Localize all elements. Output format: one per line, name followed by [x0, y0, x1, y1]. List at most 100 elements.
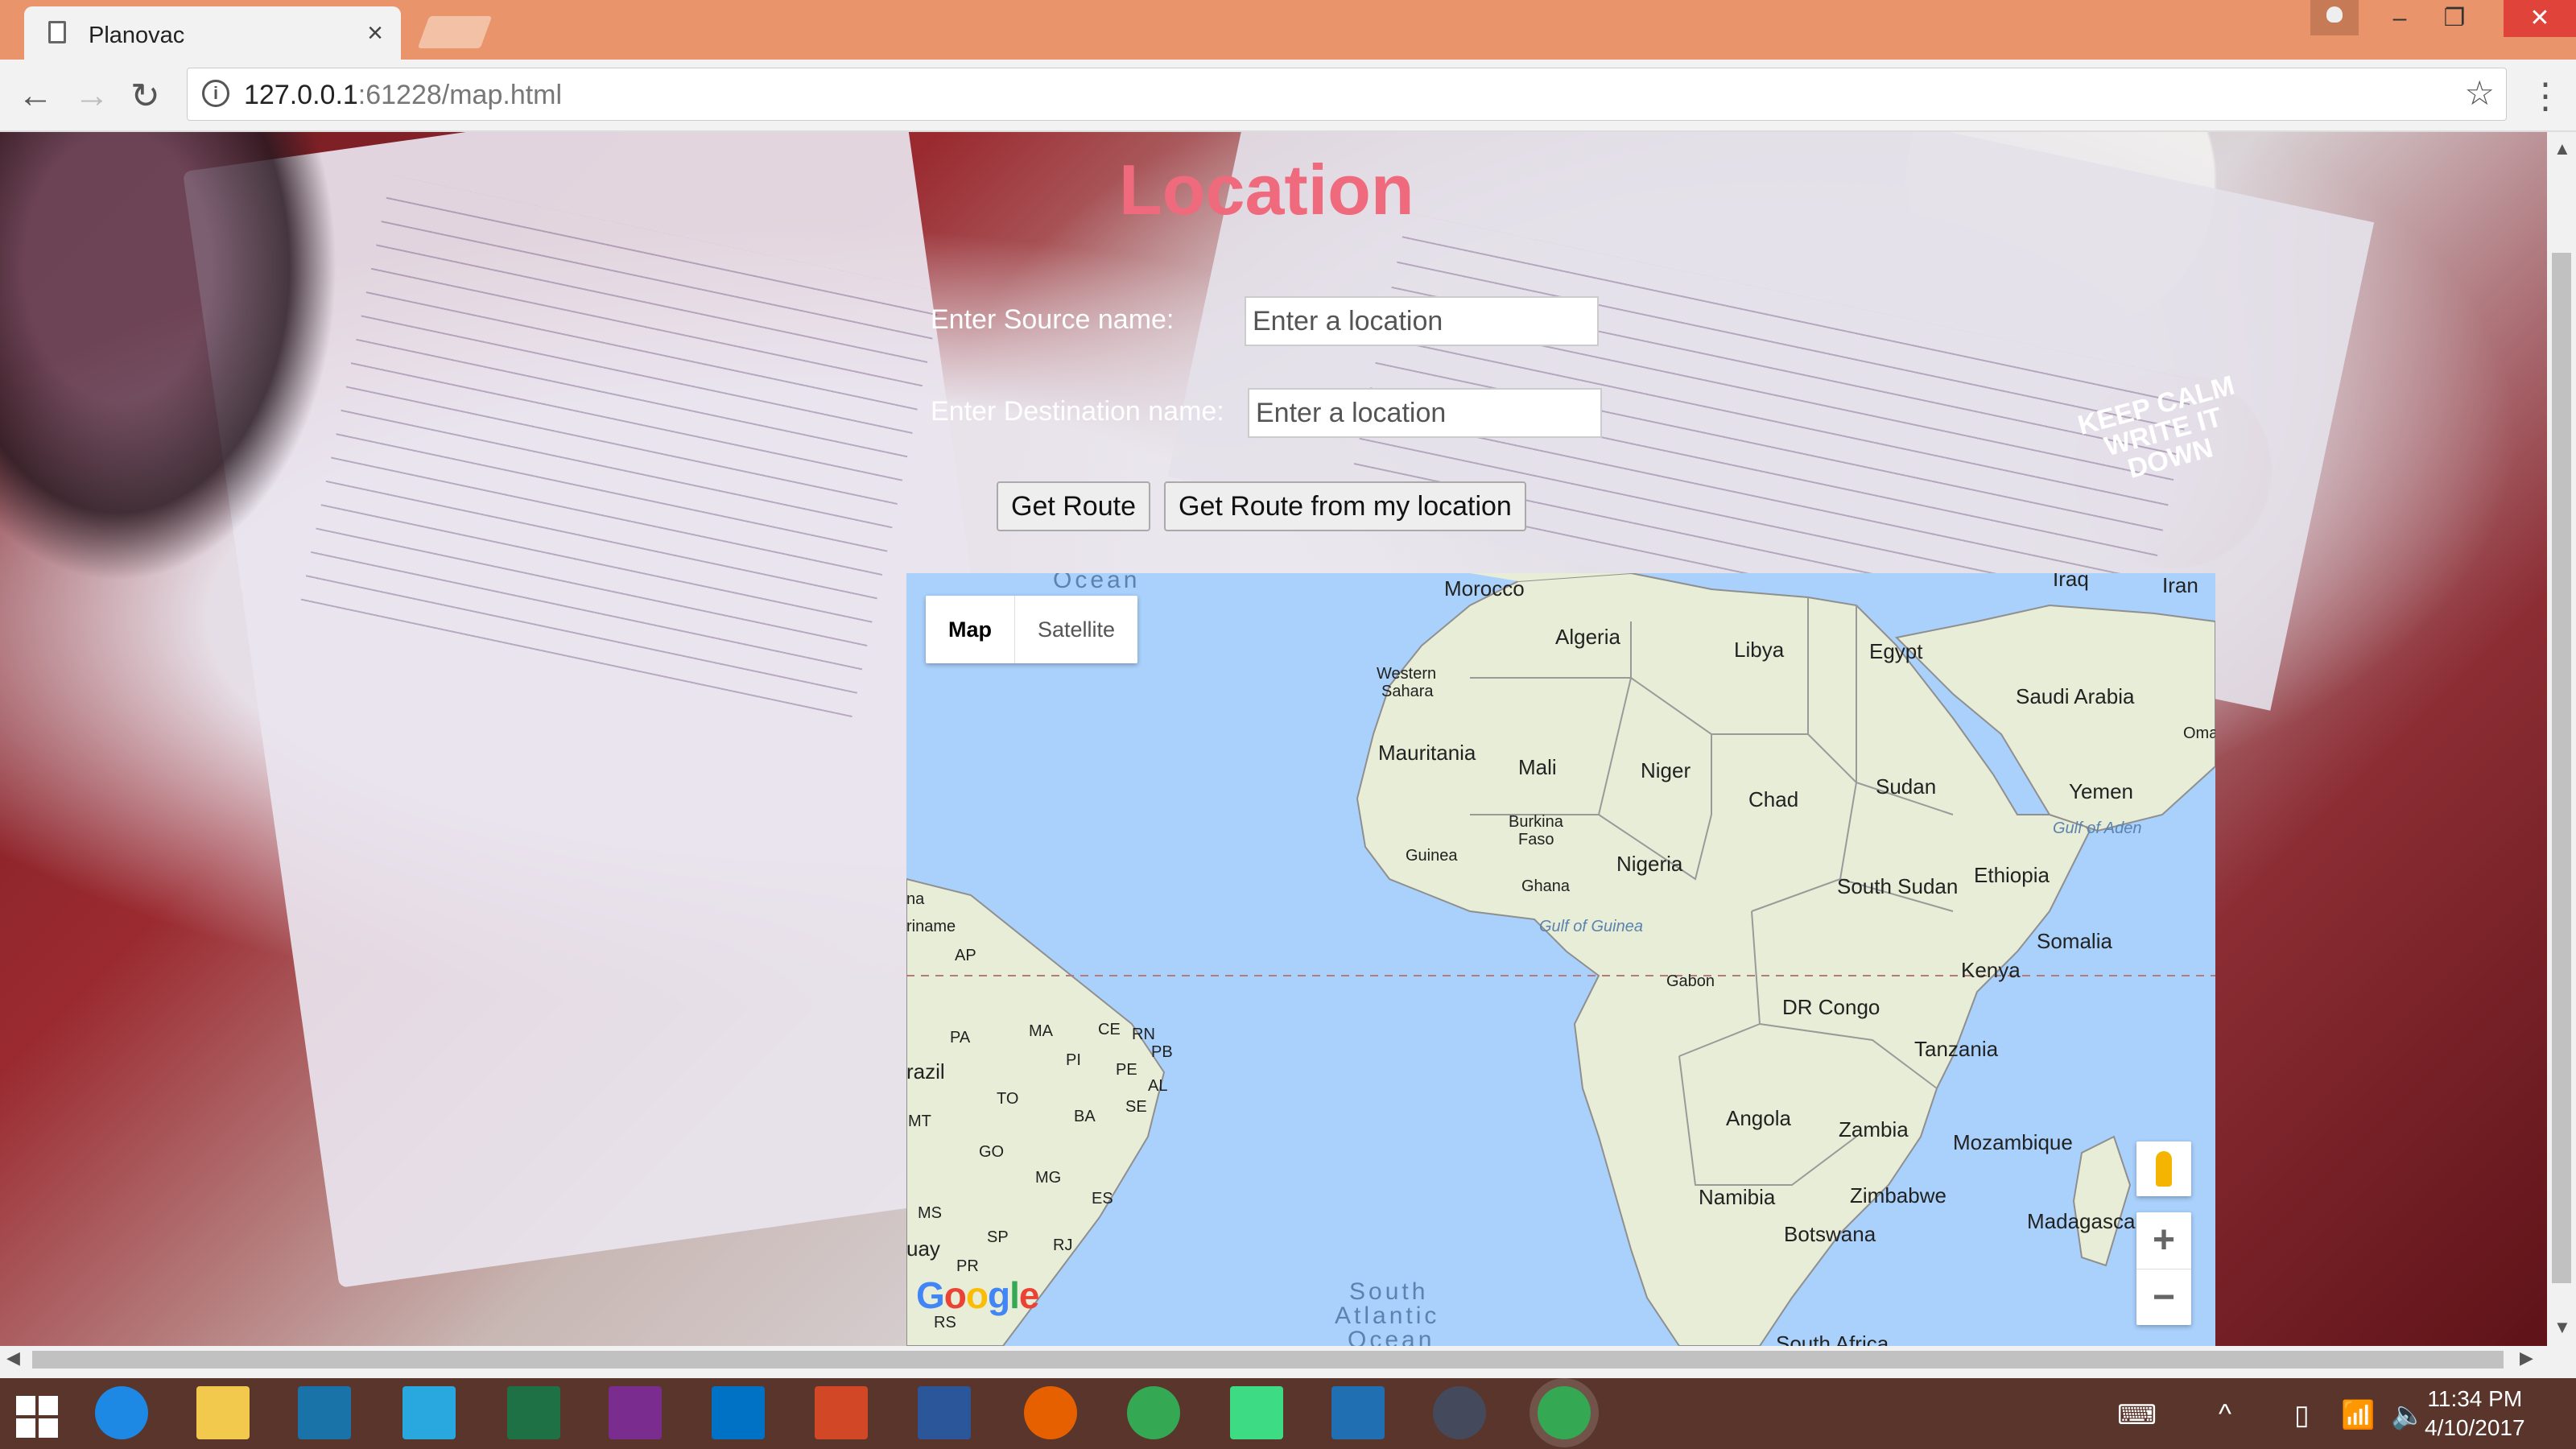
- browser-titlebar: Planovac × – ❐ ✕: [0, 0, 2576, 60]
- map-label: South Africa: [1776, 1331, 1889, 1346]
- map-label: SP: [987, 1228, 1009, 1246]
- internet-explorer-icon[interactable]: [95, 1386, 148, 1439]
- reload-icon[interactable]: ↻: [130, 76, 160, 117]
- map-label: razil: [906, 1059, 945, 1084]
- map-label: DR Congo: [1782, 995, 1880, 1019]
- scroll-down-icon[interactable]: ▼: [2553, 1317, 2571, 1338]
- excel-icon[interactable]: [507, 1386, 560, 1439]
- scroll-right-icon[interactable]: ▶: [2520, 1348, 2533, 1368]
- scrollbar-thumb[interactable]: [32, 1351, 2504, 1368]
- bookmark-star-icon[interactable]: ☆: [2464, 73, 2495, 113]
- map-type-satellite-button[interactable]: Satellite: [1015, 596, 1137, 663]
- volume-icon[interactable]: 🔈: [2391, 1399, 2425, 1431]
- background-illustration: [0, 132, 338, 583]
- map-label: MA: [1029, 1022, 1053, 1040]
- taskbar-clock[interactable]: 11:34 PM 4/10/2017: [2425, 1385, 2525, 1443]
- map-type-map-button[interactable]: Map: [926, 596, 1015, 663]
- map-label: Angola: [1726, 1106, 1791, 1130]
- horizontal-scrollbar[interactable]: ◀ ▶: [0, 1346, 2547, 1373]
- map-label: Tanzania: [1914, 1037, 1999, 1061]
- map-label: Libya: [1734, 638, 1785, 662]
- tab-close-icon[interactable]: ×: [367, 18, 383, 49]
- map-label: Kenya: [1961, 958, 2021, 982]
- scroll-up-icon[interactable]: ▲: [2553, 138, 2571, 159]
- tab-title: Planovac: [89, 23, 185, 48]
- page-title: Location: [1119, 150, 1414, 229]
- map-label: Somalia: [2037, 929, 2112, 953]
- map-label: Sudan: [1876, 774, 1937, 799]
- scroll-left-icon[interactable]: ◀: [6, 1348, 20, 1368]
- map-label: Egypt: [1869, 639, 1923, 663]
- street-view-pegman-icon[interactable]: [2136, 1141, 2191, 1196]
- map-label: PB: [1151, 1043, 1173, 1061]
- map-label: AL: [1148, 1077, 1168, 1095]
- outlook-icon[interactable]: [712, 1386, 765, 1439]
- map-label: Ocean: [1053, 573, 1141, 593]
- map-label: Yemen: [2069, 779, 2133, 803]
- powerpoint-icon[interactable]: [815, 1386, 868, 1439]
- map-label: Ethiopia: [1974, 863, 2050, 887]
- map-label: Zimbabwe: [1850, 1183, 1946, 1208]
- speedometer-icon[interactable]: [1433, 1386, 1486, 1439]
- source-label: Enter Source name:: [931, 304, 1174, 335]
- destination-input[interactable]: [1248, 388, 1602, 438]
- info-icon[interactable]: i: [202, 80, 229, 107]
- map-label: MT: [908, 1113, 931, 1130]
- zoom-out-button[interactable]: −: [2136, 1269, 2191, 1326]
- google-map[interactable]: Map Satellite Ocean Morocco Algeria Liby…: [906, 573, 2215, 1346]
- keyboard-icon[interactable]: ⌨: [2117, 1399, 2157, 1431]
- new-tab-button[interactable]: [417, 16, 493, 48]
- map-label: Botswana: [1784, 1222, 1876, 1246]
- onenote-icon[interactable]: [609, 1386, 662, 1439]
- battery-icon[interactable]: ▯: [2294, 1399, 2310, 1431]
- windows-start-icon[interactable]: [16, 1396, 58, 1438]
- lenovo-icon[interactable]: [298, 1386, 351, 1439]
- map-label: Atlantic: [1335, 1302, 1440, 1329]
- map-label: na: [906, 890, 925, 908]
- tray-overflow-icon[interactable]: ^: [2219, 1399, 2231, 1430]
- wifi-icon[interactable]: 📶: [2341, 1399, 2375, 1431]
- map-label: Gulf of Aden: [2053, 819, 2142, 837]
- map-label: Iraq: [2053, 573, 2089, 591]
- map-label: Sahara: [1381, 683, 1434, 700]
- app-icon[interactable]: [1331, 1386, 1385, 1439]
- address-bar[interactable]: i 127.0.0.1:61228/map.html ☆: [187, 68, 2507, 121]
- forward-icon[interactable]: →: [74, 76, 109, 116]
- map-label: Ghana: [1521, 877, 1571, 895]
- map-label: AP: [955, 947, 976, 964]
- get-route-from-my-location-button[interactable]: Get Route from my location: [1164, 481, 1526, 531]
- profile-icon[interactable]: [2310, 0, 2359, 35]
- map-label: Oma: [2183, 724, 2215, 742]
- browser-tab[interactable]: Planovac ×: [24, 6, 401, 60]
- chrome-icon[interactable]: [1127, 1386, 1180, 1439]
- map-label: RN: [1132, 1026, 1155, 1043]
- map-label: PE: [1116, 1061, 1137, 1079]
- android-studio-icon[interactable]: [1230, 1386, 1283, 1439]
- back-icon[interactable]: ←: [18, 76, 53, 116]
- map-label: RJ: [1053, 1236, 1073, 1254]
- map-label: Madagasca: [2027, 1209, 2136, 1233]
- browser-menu-icon[interactable]: ⋮: [2528, 76, 2563, 117]
- store-icon[interactable]: [402, 1386, 456, 1439]
- map-label: Niger: [1641, 758, 1691, 782]
- firefox-icon[interactable]: [1024, 1386, 1077, 1439]
- map-label: Ocean: [1348, 1327, 1435, 1346]
- map-label: Iran: [2162, 573, 2198, 597]
- map-label: GO: [979, 1143, 1005, 1161]
- scrollbar-thumb[interactable]: [2552, 253, 2571, 1283]
- clock-date: 4/10/2017: [2425, 1415, 2525, 1440]
- map-label: Algeria: [1555, 625, 1620, 649]
- word-icon[interactable]: [918, 1386, 971, 1439]
- map-label: South: [1349, 1278, 1429, 1305]
- restore-button[interactable]: ❐: [2418, 0, 2491, 37]
- chrome-active-icon[interactable]: [1538, 1386, 1591, 1439]
- file-explorer-icon[interactable]: [196, 1386, 250, 1439]
- get-route-button[interactable]: Get Route: [997, 481, 1150, 531]
- source-input[interactable]: [1245, 296, 1599, 346]
- map-label: Mozambique: [1953, 1130, 2073, 1154]
- url-text: 127.0.0.1:61228/map.html: [244, 80, 563, 110]
- zoom-in-button[interactable]: +: [2136, 1212, 2191, 1269]
- google-logo: Google: [916, 1274, 1039, 1316]
- close-window-button[interactable]: ✕: [2504, 0, 2576, 37]
- vertical-scrollbar[interactable]: ▲ ▼: [2547, 132, 2576, 1346]
